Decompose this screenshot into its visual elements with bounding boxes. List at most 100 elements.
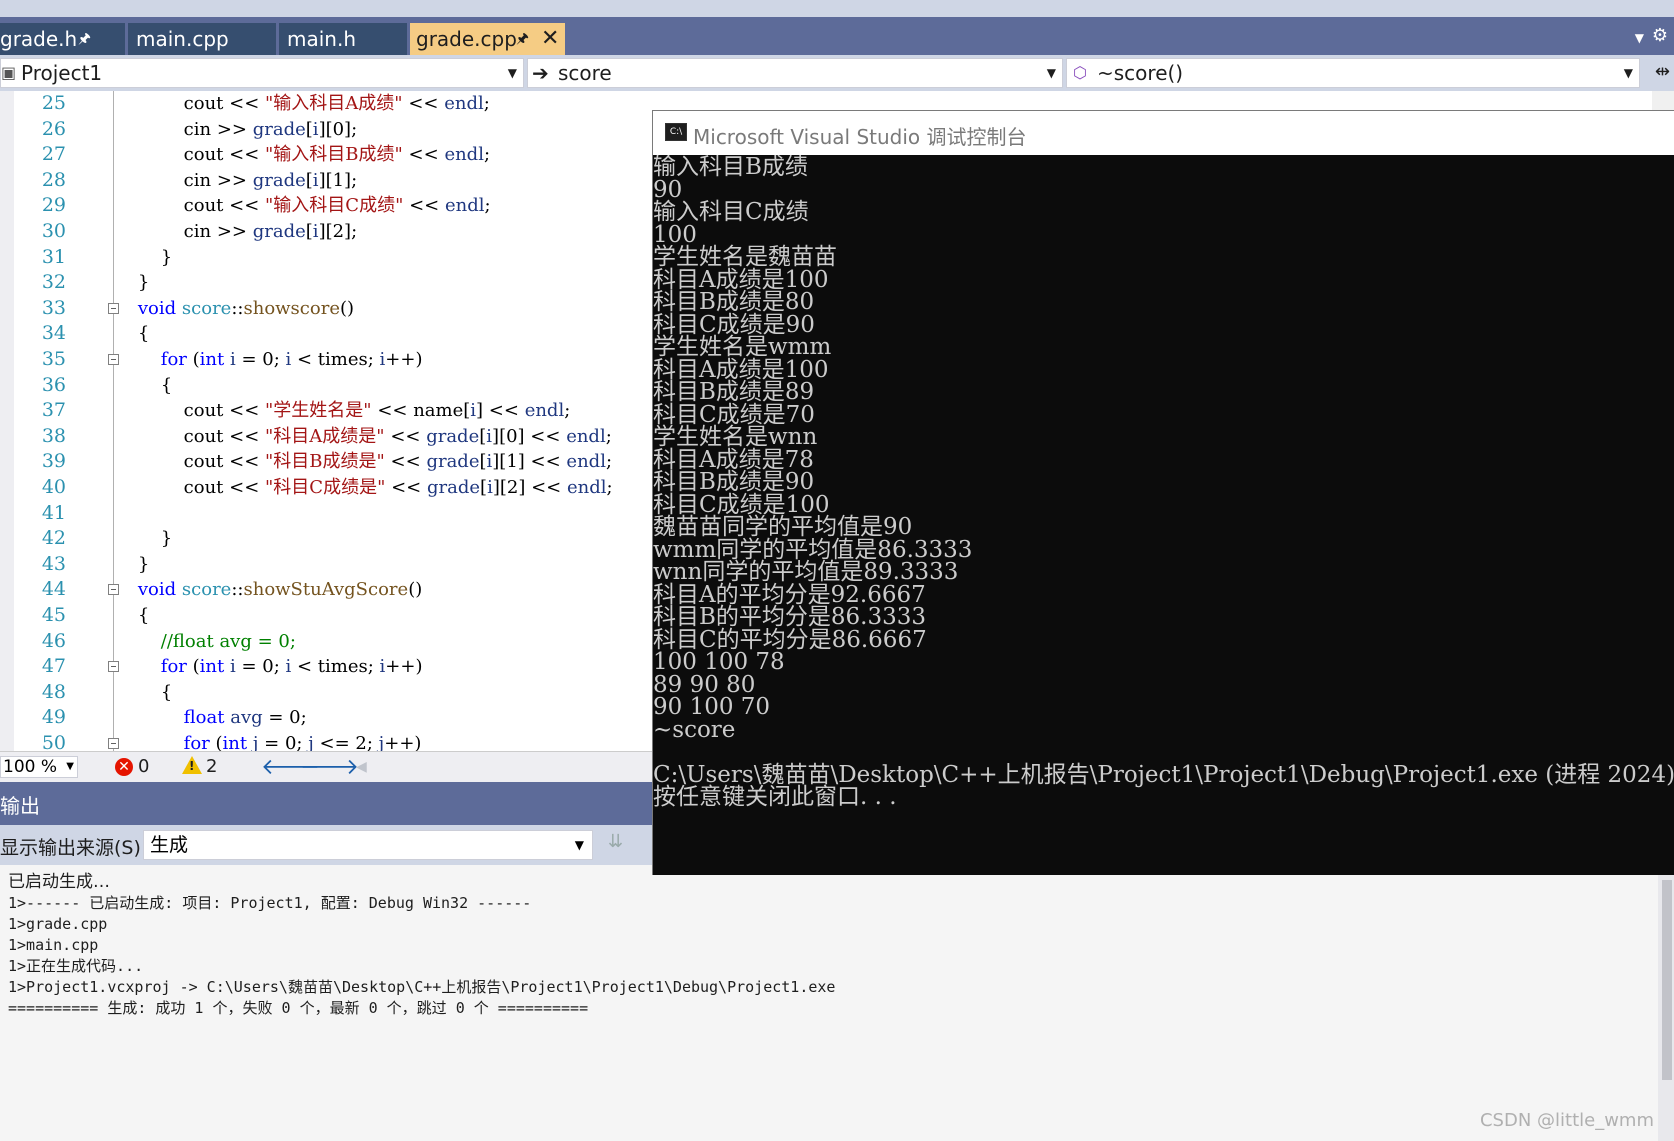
member-dropdown[interactable]: ⬡ ~score() ▼: [1066, 58, 1640, 88]
project-dropdown[interactable]: ▣ Project1 ▼: [0, 58, 524, 88]
code-line: //float avg = 0;: [115, 629, 296, 655]
code-token: (: [209, 733, 223, 751]
collapse-toggle-icon[interactable]: [108, 738, 119, 749]
console-app-icon: C:\: [665, 123, 687, 141]
code-token: avg: [230, 707, 263, 729]
scroll-left-icon[interactable]: ◀: [356, 759, 367, 775]
line-number: 42: [41, 527, 66, 550]
debug-console-window[interactable]: C:\ Microsoft Visual Studio 调试控制台 输入科目B成…: [652, 110, 1674, 875]
code-token: endl: [524, 400, 565, 422]
code-token: [: [305, 118, 313, 140]
line-number: 29: [41, 194, 66, 217]
line-number: 49: [41, 706, 66, 729]
code-token: ;: [605, 425, 612, 447]
tab-overflow-dropdown-icon[interactable]: ▼: [1635, 31, 1644, 45]
outline-guide: [113, 91, 114, 751]
zoom-dropdown[interactable]: 100 % ▼: [0, 756, 78, 778]
output-line: 1>正在生成代码...: [8, 957, 144, 975]
chevron-down-icon: ▼: [507, 66, 517, 80]
code-token: }: [160, 528, 173, 550]
code-token: endl: [444, 93, 484, 114]
console-line: 90 100 70: [653, 694, 771, 720]
code-line: }: [115, 552, 149, 578]
tab-label: grade.cpp: [416, 27, 517, 51]
line-number: 46: [41, 629, 66, 652]
gear-icon[interactable]: ⚙: [1652, 25, 1668, 46]
collapse-toggle-icon[interactable]: [108, 584, 119, 596]
code-token: ++): [384, 733, 422, 751]
code-token: ][2];: [318, 221, 358, 242]
method-icon: ⬡: [1073, 63, 1087, 82]
find-message-icon[interactable]: ⇊: [608, 831, 636, 859]
code-token: <<: [384, 425, 427, 447]
scope-dropdown[interactable]: ➔ score ▼: [527, 58, 1063, 88]
zoom-value: 100 %: [3, 757, 58, 777]
code-line: }: [115, 245, 172, 271]
tab-main-cpp[interactable]: main.cpp: [128, 23, 276, 55]
close-icon[interactable]: ✕: [541, 23, 559, 55]
tab-main-h[interactable]: main.h: [279, 23, 407, 55]
collapse-toggle-icon[interactable]: [108, 661, 119, 673]
line-number: 35: [41, 348, 66, 370]
console-line: 科目C的平均分是86.6667: [653, 626, 927, 653]
code-token: void: [137, 579, 177, 601]
code-token: grade: [252, 221, 306, 242]
code-token: ][1];: [318, 169, 358, 191]
code-token: ][1] <<: [492, 451, 567, 473]
code-token: }: [137, 272, 150, 294]
code-token: = 0;: [258, 733, 309, 751]
code-token: (: [186, 349, 200, 370]
error-icon[interactable]: ✕: [115, 758, 133, 776]
chevron-down-icon: ▼: [1623, 66, 1633, 80]
code-token: {: [137, 323, 150, 345]
output-source-dropdown[interactable]: 生成 ▼: [143, 830, 593, 860]
code-token: ;: [484, 195, 491, 217]
code-token: grade: [252, 118, 306, 140]
code-token: score: [181, 579, 232, 601]
code-token: for: [183, 733, 210, 751]
line-number: 40: [41, 476, 66, 498]
console-title-bar[interactable]: C:\ Microsoft Visual Studio 调试控制台: [653, 111, 1674, 155]
console-line: 90: [653, 176, 683, 203]
pin-icon[interactable]: 🖈: [516, 23, 529, 55]
code-token: }: [137, 553, 150, 575]
code-line: cout << "输入科目B成绩" << endl;: [115, 142, 490, 168]
console-line: 89 90 80: [653, 671, 756, 698]
code-line: cout << "科目B成绩是" << grade[i][1] << endl;: [115, 449, 612, 475]
warning-icon[interactable]: !: [182, 756, 202, 774]
tab-grade-cpp[interactable]: grade.cpp 🖈 ✕: [410, 23, 565, 55]
line-number: 28: [41, 168, 66, 191]
code-token: showStuAvgScore: [243, 579, 409, 601]
code-token: ++): [385, 656, 423, 678]
code-token: endl: [444, 144, 484, 166]
code-token: (: [186, 656, 200, 678]
line-number: 34: [41, 322, 66, 345]
chevron-down-icon: ▼: [66, 761, 74, 772]
output-line: 已启动生成…: [8, 872, 110, 892]
pin-icon[interactable]: 🖈: [78, 23, 91, 55]
split-icon[interactable]: ⇹: [1655, 61, 1670, 82]
code-token: ::: [231, 579, 244, 601]
output-text-area[interactable]: 已启动生成… 1>------ 已启动生成: 项目: Project1, 配置: …: [0, 865, 1674, 1141]
code-token: cout <<: [183, 400, 266, 422]
collapse-toggle-icon[interactable]: [108, 302, 119, 314]
output-scrollbar-thumb[interactable]: [1662, 880, 1672, 1080]
code-line: for (int i = 0; i < times; i++): [115, 654, 423, 680]
collapse-toggle-icon[interactable]: [108, 354, 119, 365]
tab-grade-h[interactable]: grade.h 🖈: [0, 23, 125, 55]
console-line: 科目C成绩是70: [653, 401, 815, 428]
code-token: ;: [564, 400, 571, 422]
arrow-right-icon[interactable]: 🡒: [300, 754, 359, 780]
console-output[interactable]: 输入科目B成绩 90 输入科目C成绩 100 学生姓名是魏苗苗 科目A成绩是100 科目B成…: [653, 155, 1674, 875]
code-line: cout << "科目A成绩是" << grade[i][0] << endl;: [115, 424, 612, 450]
navigation-bar: ▣ Project1 ▼ ➔ score ▼ ⬡ ~score() ▼ ⇹: [0, 55, 1674, 91]
code-token: <<: [385, 477, 427, 498]
